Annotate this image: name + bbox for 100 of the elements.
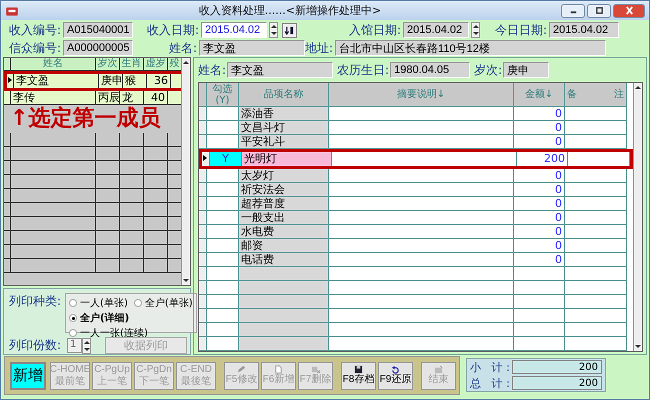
sort-button[interactable]	[282, 22, 298, 38]
down-arrow-icon	[270, 32, 277, 35]
table-cell[interactable]	[565, 211, 627, 225]
maximize-button[interactable]	[587, 4, 611, 18]
radio-label[interactable]: 全户(单张)	[144, 296, 193, 310]
table-cell[interactable]	[565, 197, 627, 211]
table-cell: 0	[514, 183, 565, 197]
copies-field[interactable]: 1	[67, 338, 82, 353]
empty-cell	[144, 175, 168, 189]
empty-cell	[565, 267, 627, 281]
empty-cell	[514, 337, 565, 351]
empty-cell	[96, 245, 120, 259]
table-cell[interactable]	[329, 107, 514, 121]
scroll-up-icon	[635, 86, 641, 89]
table-cell[interactable]	[329, 239, 514, 253]
row-selector[interactable]	[4, 91, 11, 105]
table-cell[interactable]	[329, 135, 514, 149]
table-cell[interactable]	[329, 121, 514, 135]
readonly-field: A015040001	[63, 22, 134, 38]
table-cell[interactable]	[565, 107, 627, 121]
table-cell: 一般支出	[239, 211, 329, 225]
table-cell[interactable]	[329, 211, 514, 225]
table-cell[interactable]	[565, 239, 627, 253]
table-cell: 添油香	[239, 107, 329, 121]
field-label: 列印份数:	[9, 337, 62, 354]
empty-cell	[514, 281, 565, 295]
empty-cell	[120, 259, 144, 273]
table-cell[interactable]	[329, 169, 514, 183]
minimize-button[interactable]	[561, 4, 585, 18]
total-field: 200	[512, 360, 602, 374]
field-label: 农历生日:	[337, 62, 390, 78]
row-selector[interactable]	[202, 152, 210, 166]
checkbox-cell[interactable]: Y	[210, 152, 242, 166]
empty-cell	[4, 58, 11, 71]
empty-cell	[144, 231, 168, 245]
close-button[interactable]	[613, 4, 645, 18]
radio-label[interactable]: 全户(详细)	[80, 311, 130, 325]
empty-cell	[96, 231, 120, 245]
radio-button[interactable]	[134, 299, 142, 307]
table-cell: 李传	[11, 91, 96, 105]
table-cell: 200	[517, 152, 568, 166]
field-label: 收入日期:	[147, 22, 200, 38]
scroll-down-icon	[183, 279, 189, 282]
table-cell: 0	[514, 239, 565, 253]
table-cell[interactable]	[329, 225, 514, 239]
empty-cell	[120, 203, 144, 217]
table-cell: 李文盈	[14, 74, 99, 88]
date-field[interactable]: 2015.04.02	[201, 22, 268, 38]
radio-button[interactable]	[69, 299, 78, 307]
table-cell[interactable]	[565, 135, 627, 149]
toolbar-button[interactable]: F8存档	[341, 362, 376, 390]
row-selector[interactable]	[7, 74, 14, 88]
toolbar-button[interactable]: 新增	[10, 362, 46, 390]
field-label: 收入编号:	[9, 22, 62, 38]
empty-cell	[96, 259, 120, 273]
annotation-text: ↑选定第一成员	[9, 105, 160, 133]
empty-cell	[514, 323, 565, 337]
table-cell[interactable]	[329, 253, 514, 267]
scrollbar[interactable]	[633, 83, 642, 351]
empty-cell	[144, 245, 168, 259]
table-cell[interactable]	[329, 197, 514, 211]
radio-label[interactable]: 一人(单张)	[80, 296, 128, 310]
table-cell: 0	[514, 253, 565, 267]
readonly-field: 2015.04.02	[549, 22, 620, 38]
table-cell[interactable]	[565, 225, 627, 239]
table-cell: 祈安法会	[239, 183, 329, 197]
maximize-icon	[594, 6, 604, 15]
empty-cell	[120, 133, 144, 147]
field-label: 今日日期:	[495, 22, 548, 38]
table-cell: 电话费	[239, 253, 329, 267]
table-cell: 平安礼斗	[239, 135, 329, 149]
table-cell: 光明灯	[242, 152, 332, 166]
empty-cell	[120, 217, 144, 231]
empty-cell	[565, 295, 627, 309]
readonly-field: 1980.04.05	[390, 62, 470, 78]
column-header: 品项名称	[239, 83, 329, 107]
app-icon	[5, 4, 19, 16]
table-cell: 0	[514, 225, 565, 239]
empty-cell	[96, 217, 120, 231]
table-cell[interactable]	[565, 169, 627, 183]
empty-cell	[120, 245, 144, 259]
table-cell: 40	[144, 91, 168, 105]
spinner[interactable]	[82, 338, 92, 354]
radio-button[interactable]	[69, 329, 78, 337]
up-arrow-icon	[270, 25, 277, 28]
radio-label[interactable]: 一人一张(连续)	[80, 326, 148, 340]
table-cell[interactable]	[329, 183, 514, 197]
empty-cell	[144, 189, 168, 203]
readonly-field: 李文盈	[199, 40, 305, 56]
table-cell[interactable]	[565, 121, 627, 135]
table-cell[interactable]	[565, 183, 627, 197]
table-cell: 太岁灯	[239, 169, 329, 183]
table-cell[interactable]	[565, 253, 627, 267]
close-icon	[624, 6, 634, 15]
spinner[interactable]	[269, 22, 278, 38]
scrollbar[interactable]	[181, 58, 190, 285]
empty-cell	[96, 203, 120, 217]
spinner[interactable]	[471, 22, 480, 38]
radio-button[interactable]	[69, 314, 78, 322]
toolbar-button[interactable]: F9还原	[378, 362, 413, 390]
